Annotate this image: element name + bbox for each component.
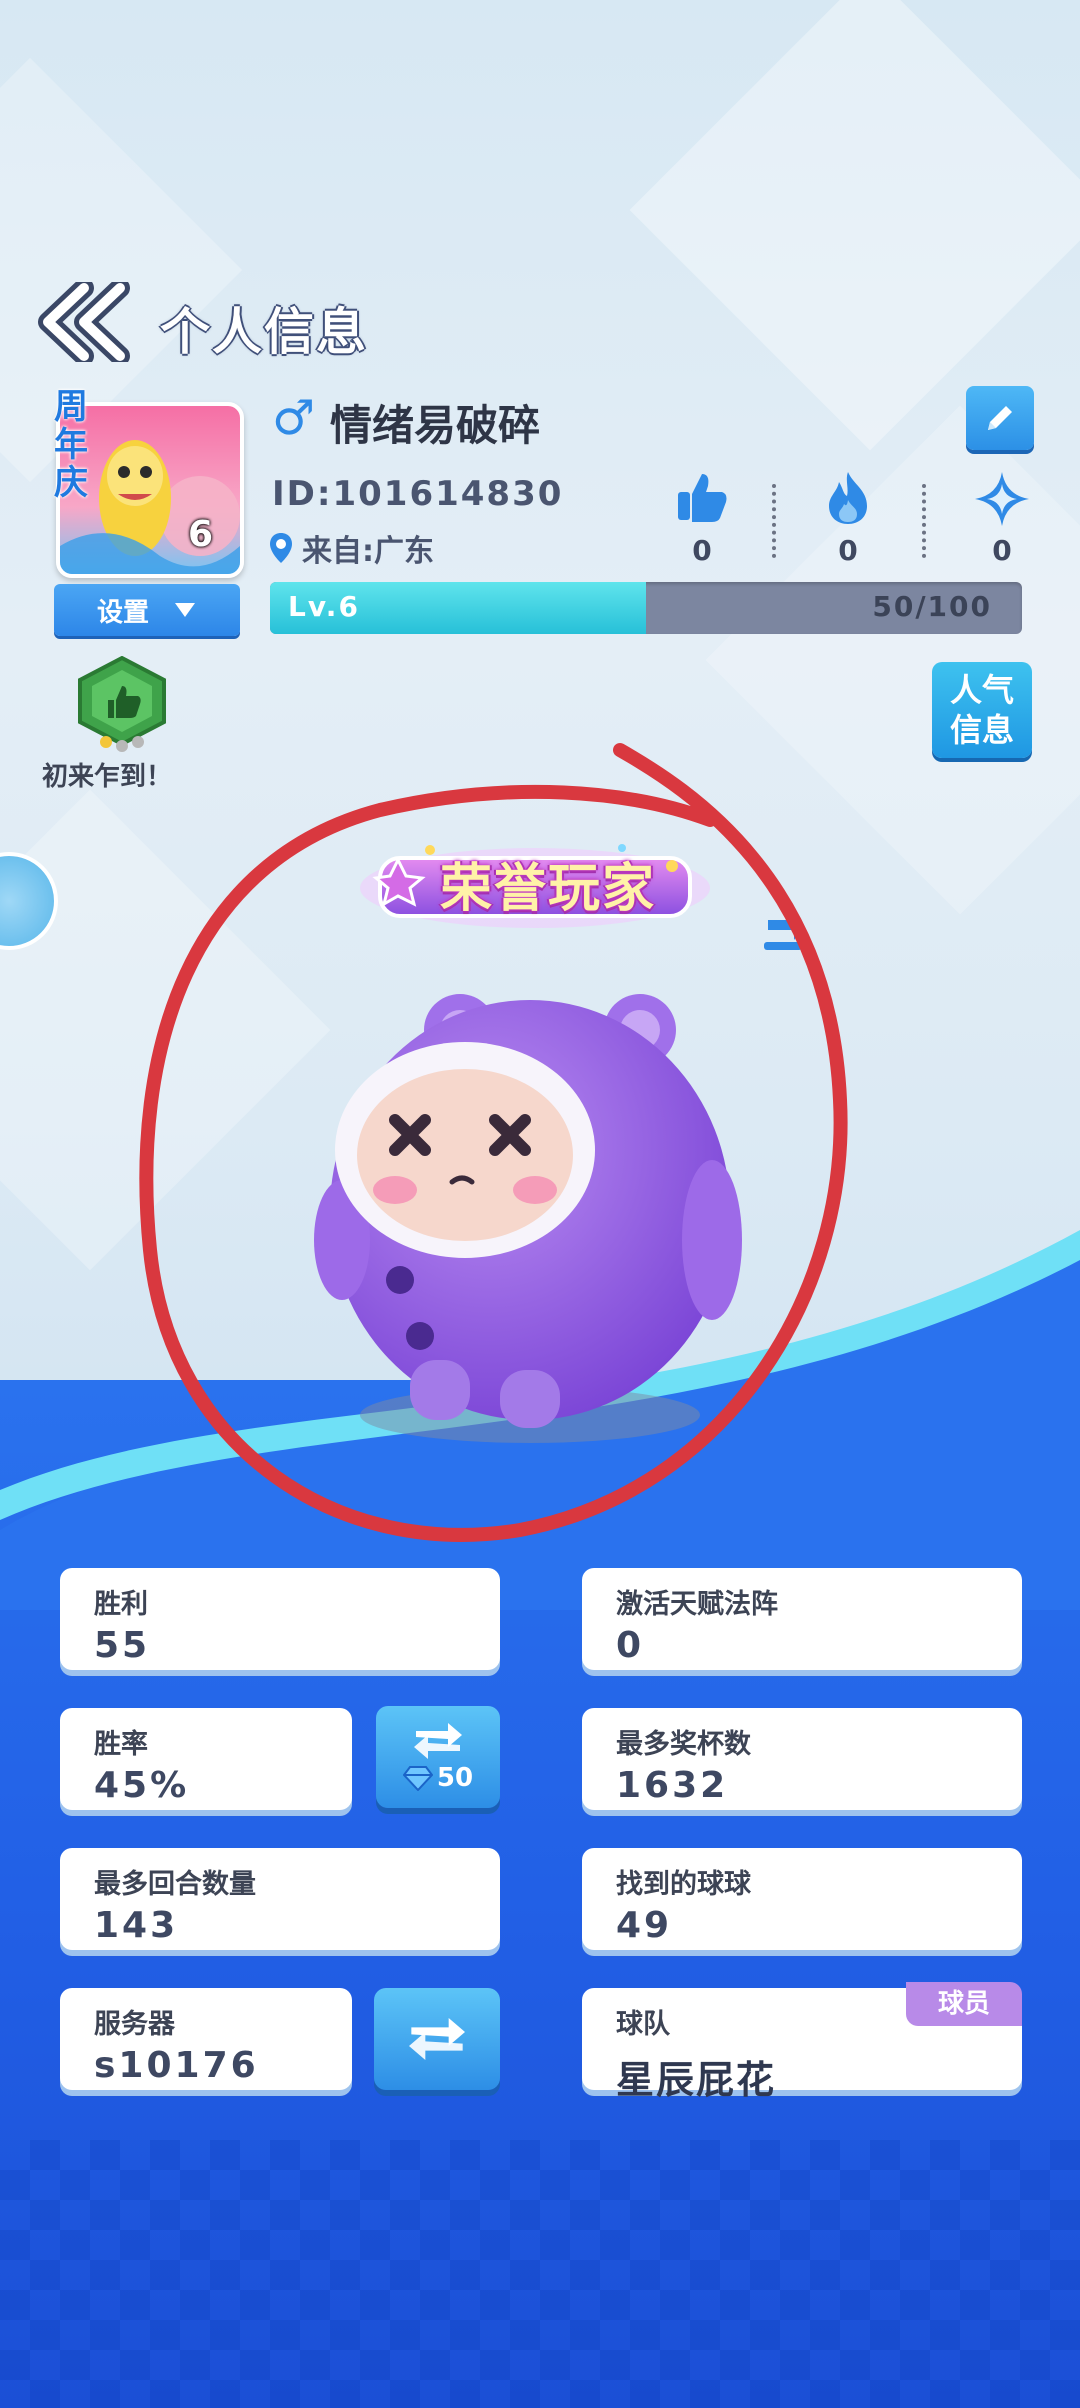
- max-trophies-label: 最多奖杯数: [616, 1729, 751, 1760]
- settings-label: 设置: [96, 597, 149, 628]
- location-text: 来自:广东: [302, 534, 434, 569]
- edit-profile-button[interactable]: [966, 386, 1034, 450]
- stat-divider: [922, 484, 926, 558]
- location-row: 来自:广东: [268, 526, 434, 570]
- max-trophies-value: 1632: [616, 1765, 729, 1806]
- max-rounds-label: 最多回合数量: [94, 1869, 256, 1900]
- star-stat[interactable]: [962, 470, 1042, 532]
- back-button[interactable]: [36, 278, 136, 366]
- talent-card: 激活天赋法阵 0: [582, 1568, 1022, 1670]
- win-rate-card: 胜率 45%: [60, 1708, 352, 1810]
- gem-cost: 50: [402, 1763, 474, 1793]
- win-rate-label: 胜率: [94, 1729, 148, 1760]
- server-card: 服务器 s10176: [60, 1988, 352, 2090]
- location-pin-icon: [270, 533, 292, 563]
- rotate-view-icon[interactable]: [760, 900, 806, 952]
- triangle-down-icon: [175, 603, 195, 617]
- popularity-label-line1: 人气: [949, 671, 1014, 709]
- badge-label: 初来乍到！: [42, 762, 173, 792]
- balls-found-label: 找到的球球: [616, 1869, 751, 1900]
- talent-label: 激活天赋法阵: [616, 1589, 778, 1620]
- thumbs-up-icon: [678, 474, 727, 522]
- max-rounds-value: 143: [94, 1905, 179, 1946]
- wins-value: 55: [94, 1625, 151, 1666]
- popularity-info-button[interactable]: 人气 信息: [932, 662, 1032, 758]
- diamond-gem-icon: [402, 1766, 433, 1791]
- achievement-badge[interactable]: [72, 655, 172, 752]
- avatar-level: 6: [188, 514, 214, 555]
- male-gender-icon: ♂: [272, 390, 316, 446]
- page-title: 个人信息: [160, 303, 368, 361]
- settings-button[interactable]: 设置: [54, 584, 240, 636]
- fire-stat[interactable]: [808, 470, 888, 530]
- server-value: s10176: [94, 2045, 259, 2086]
- stat-divider: [772, 484, 776, 558]
- server-label: 服务器: [94, 2009, 175, 2040]
- server-switch-button[interactable]: [374, 1988, 500, 2090]
- wins-card: 胜利 55: [60, 1568, 500, 1670]
- level-label: Lv.6: [288, 590, 360, 623]
- gem-cost-value: 50: [436, 1763, 474, 1793]
- balls-found-card: 找到的球球 49: [582, 1848, 1022, 1950]
- team-role-badge: 球员: [906, 1982, 1022, 2026]
- talent-value: 0: [616, 1625, 645, 1666]
- win-rate-refresh-button[interactable]: 50: [376, 1706, 500, 1808]
- popularity-label-line2: 信息: [949, 711, 1014, 749]
- fire-icon: [829, 472, 867, 524]
- like-stat[interactable]: [662, 470, 742, 528]
- anniversary-badge: 周年庆: [54, 387, 88, 503]
- thumbs-up-badge-icon: [78, 655, 166, 752]
- bottom-pattern: [0, 2140, 1080, 2408]
- refresh-icon: [414, 1723, 462, 1759]
- double-chevron-left-icon: [38, 278, 130, 366]
- honor-title: 荣誉玩家: [440, 859, 657, 919]
- win-rate-value: 45%: [94, 1765, 190, 1806]
- player-character: [314, 994, 742, 1443]
- user-id: ID:101614830: [272, 474, 564, 514]
- star-icon: [975, 472, 1029, 526]
- star-count: 0: [992, 534, 1012, 567]
- nickname: 情绪易破碎: [330, 401, 541, 450]
- switch-icon: [409, 2018, 465, 2060]
- balls-found-value: 49: [616, 1905, 673, 1946]
- max-trophies-card: 最多奖杯数 1632: [582, 1708, 1022, 1810]
- max-rounds-card: 最多回合数量 143: [60, 1848, 500, 1950]
- pencil-icon: [988, 406, 1012, 430]
- fire-count: 0: [838, 534, 858, 567]
- team-name: 星辰屁花: [616, 2058, 777, 2102]
- level-exp-text: 50/100: [872, 590, 992, 623]
- like-count: 0: [692, 534, 712, 567]
- level-progress-bar: Lv.6 50/100: [270, 582, 1022, 634]
- wins-label: 胜利: [94, 1589, 148, 1620]
